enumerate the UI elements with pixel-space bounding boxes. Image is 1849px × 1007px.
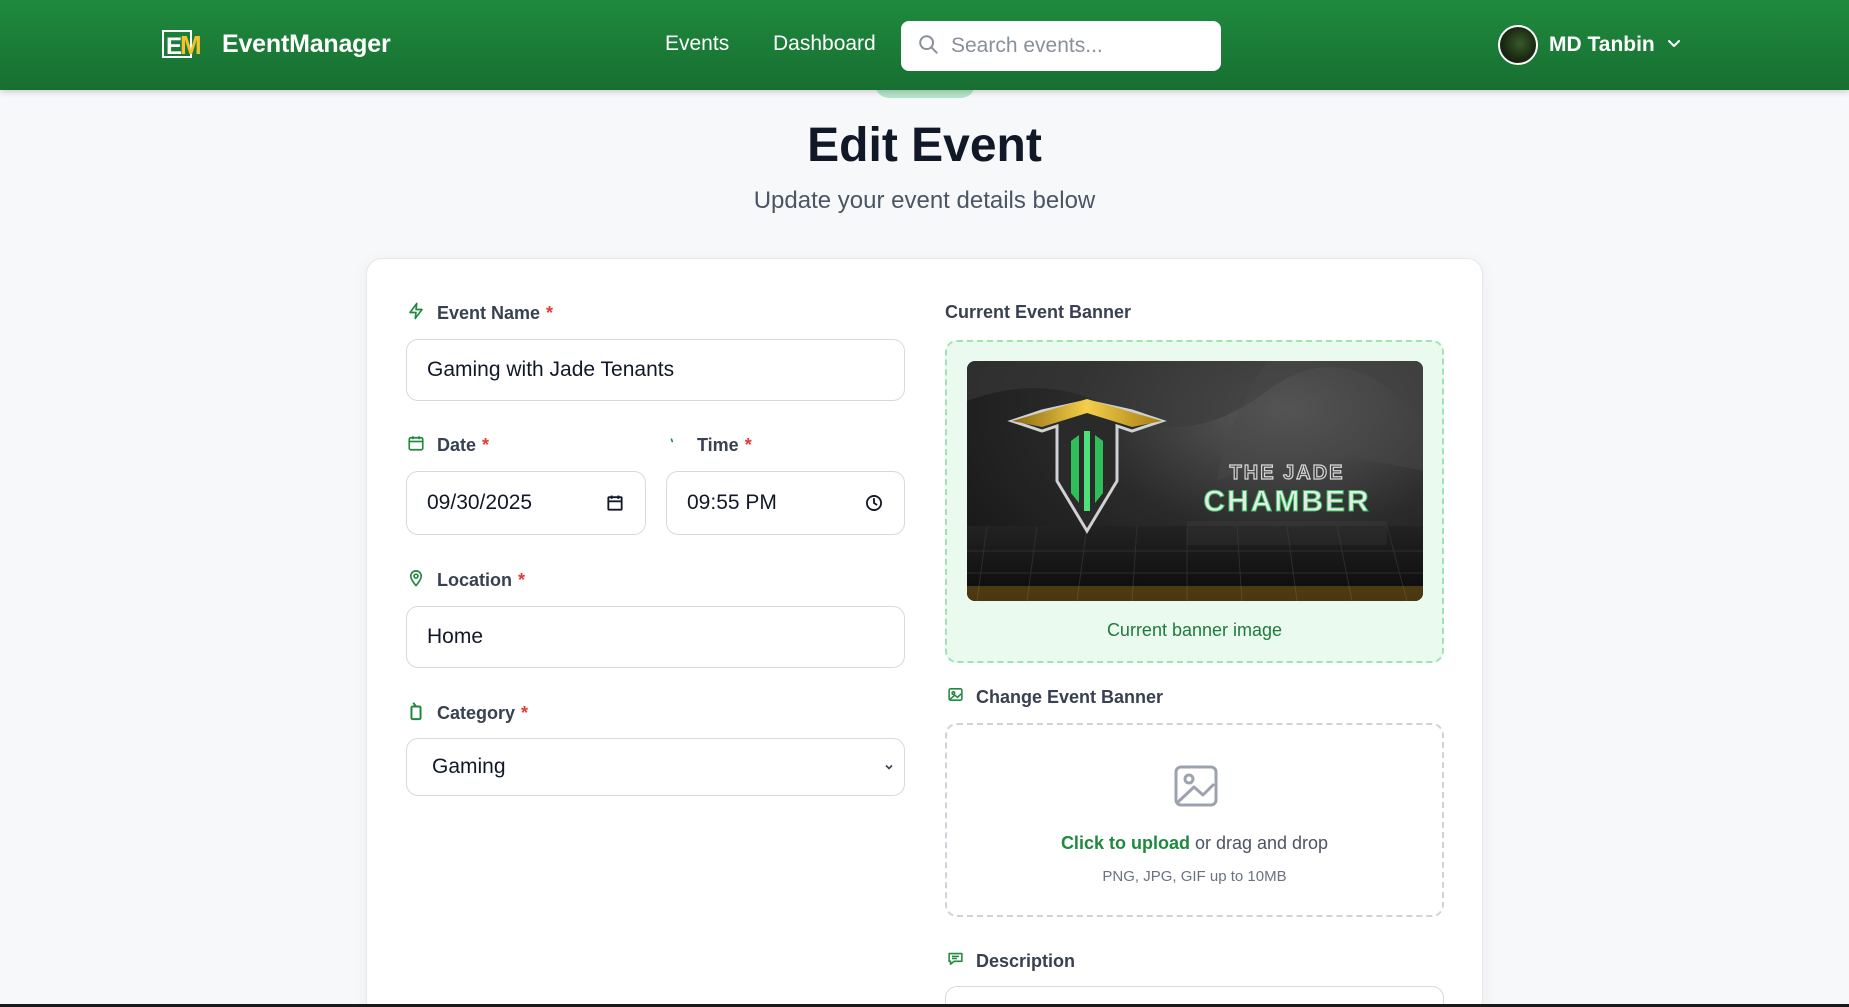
upload-instructions-rest: or drag and drop (1189, 833, 1329, 853)
upload-image-icon (1172, 762, 1220, 815)
current-banner-box: THE JADE CHAMBER Current banner image (945, 340, 1444, 663)
page-subtitle: Update your event details below (753, 187, 1096, 214)
user-menu[interactable]: MD Tanbin (1498, 25, 1682, 65)
top-navbar: E M EventManager Events Dashboard MD Tan… (0, 0, 1849, 90)
banner-caption: Current banner image (1106, 620, 1283, 640)
date-label: Date * (407, 434, 489, 457)
date-input[interactable]: 09/30/2025 (406, 471, 646, 535)
change-banner-label: Change Event Banner (947, 686, 1163, 708)
time-input[interactable]: 09:55 PM (666, 471, 905, 535)
user-name: MD Tanbin (1549, 33, 1655, 56)
time-label-text: Time (697, 435, 739, 455)
svg-text:M: M (180, 30, 202, 60)
brand-name: EventManager (222, 29, 391, 58)
click-to-upload-link[interactable]: Click to upload (1061, 833, 1190, 853)
brand-logo-icon: E M (162, 28, 208, 60)
required-marker: * (546, 303, 554, 323)
lightning-icon (407, 302, 425, 325)
map-pin-icon (407, 569, 425, 592)
time-label: Time * (667, 434, 752, 457)
category-select[interactable]: Gaming (406, 738, 905, 796)
category-label: Category * (407, 701, 528, 726)
upload-file-hint: PNG, JPG, GIF up to 10MB (1102, 868, 1287, 885)
current-banner-label-text: Current Event Banner (945, 302, 1132, 322)
search-icon (917, 33, 939, 60)
event-name-label: Event Name * (407, 302, 553, 325)
location-value: Home (427, 625, 484, 648)
calendar-icon (407, 434, 425, 457)
banner-image: THE JADE CHAMBER (967, 361, 1423, 601)
time-value: 09:55 PM (687, 491, 777, 514)
banner-text-line2: CHAMBER (1203, 485, 1370, 518)
nav-link-events[interactable]: Events (665, 32, 729, 56)
description-label-text: Description (976, 950, 1076, 971)
nav-link-dashboard[interactable]: Dashboard (773, 32, 876, 56)
location-label-text: Location (437, 570, 512, 590)
image-icon (947, 686, 964, 708)
banner-upload-dropzone[interactable]: Click to upload or drag and drop PNG, JP… (945, 723, 1444, 917)
category-label-text: Category (437, 703, 516, 723)
date-label-text: Date (437, 435, 477, 455)
location-input[interactable]: Home (406, 606, 905, 668)
search-input[interactable] (951, 34, 1191, 58)
category-value: Gaming (432, 755, 506, 778)
required-marker: * (744, 435, 752, 455)
required-marker: * (521, 703, 529, 723)
required-marker: * (482, 435, 490, 455)
chevron-down-icon (1666, 35, 1682, 56)
time-picker-icon[interactable] (864, 493, 884, 513)
event-name-value: Gaming with Jade Tenants (427, 358, 675, 381)
brand[interactable]: E M EventManager (162, 28, 391, 60)
location-label: Location * (407, 569, 525, 592)
change-banner-label-text: Change Event Banner (976, 686, 1164, 707)
description-label: Description (947, 950, 1075, 972)
event-name-input[interactable]: Gaming with Jade Tenants (406, 339, 905, 401)
banner-text-line1: THE JADE (1230, 462, 1345, 484)
event-name-label-text: Event Name (437, 303, 541, 323)
calendar-picker-icon[interactable] (605, 493, 625, 513)
clock-icon (667, 434, 685, 457)
upload-instructions: Click to upload or drag and drop (947, 833, 1442, 854)
search-box[interactable] (901, 21, 1221, 71)
page-title: Edit Event (807, 119, 1042, 172)
message-icon (947, 950, 964, 972)
avatar[interactable] (1498, 25, 1538, 65)
required-marker: * (518, 570, 526, 590)
date-value: 09/30/2025 (427, 491, 533, 514)
tag-icon (407, 701, 425, 726)
current-banner-label: Current Event Banner (945, 302, 1131, 323)
chevron-down-icon (884, 759, 894, 775)
